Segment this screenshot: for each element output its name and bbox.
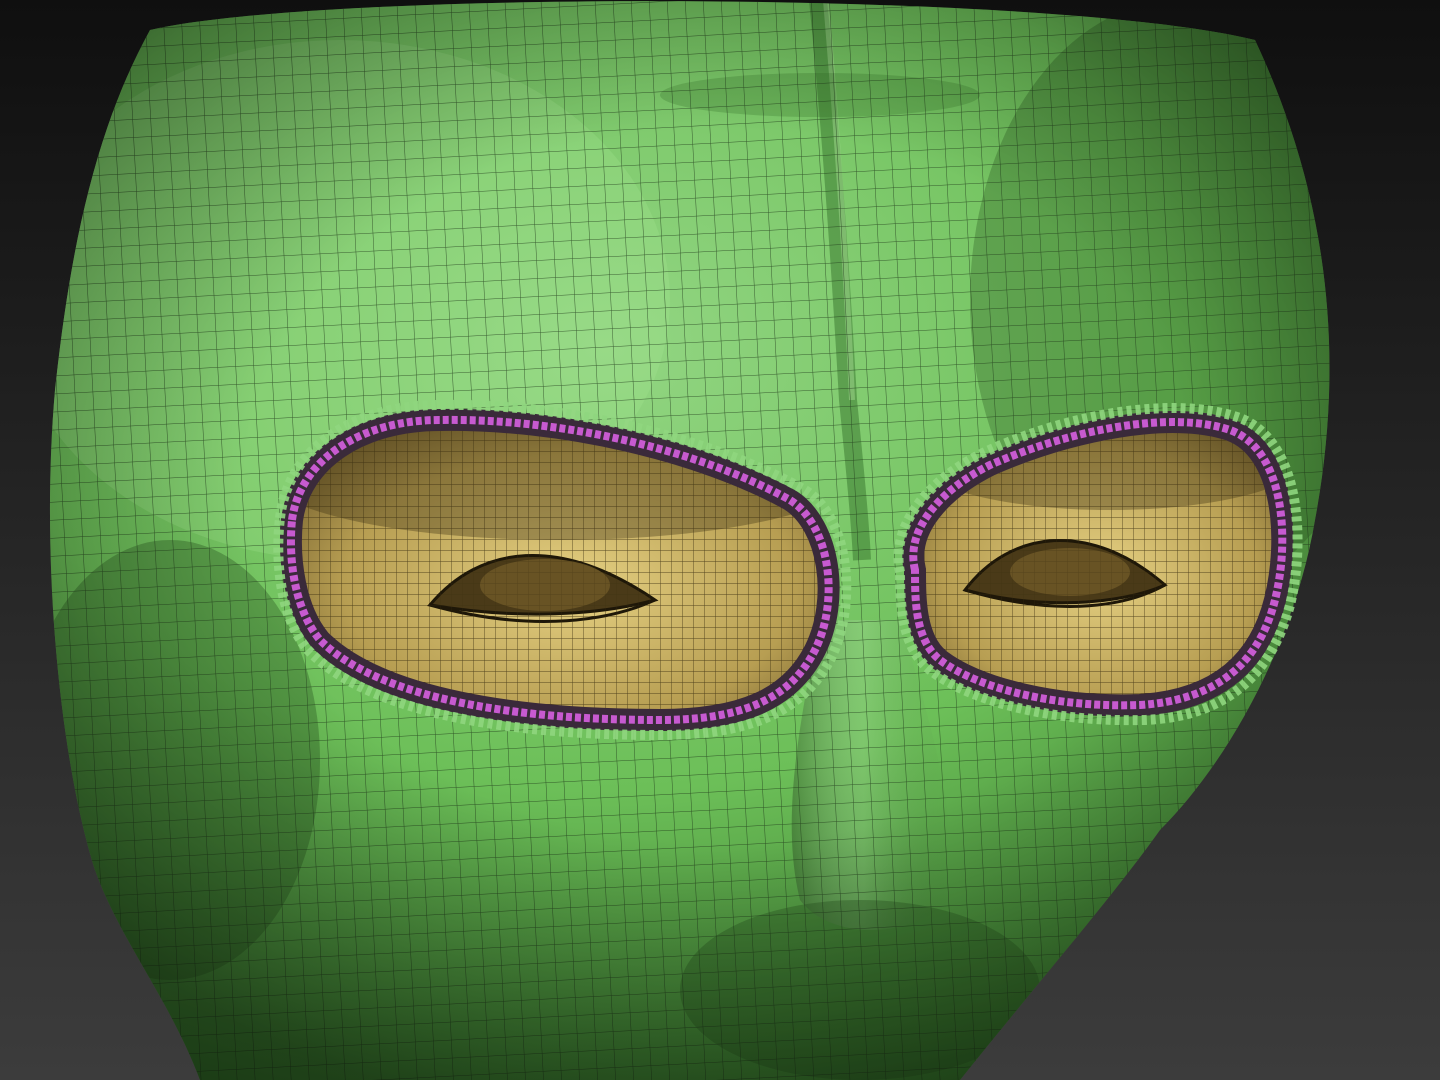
viewport-3d[interactable] [0, 0, 1440, 1080]
scene-render [0, 0, 1440, 1080]
